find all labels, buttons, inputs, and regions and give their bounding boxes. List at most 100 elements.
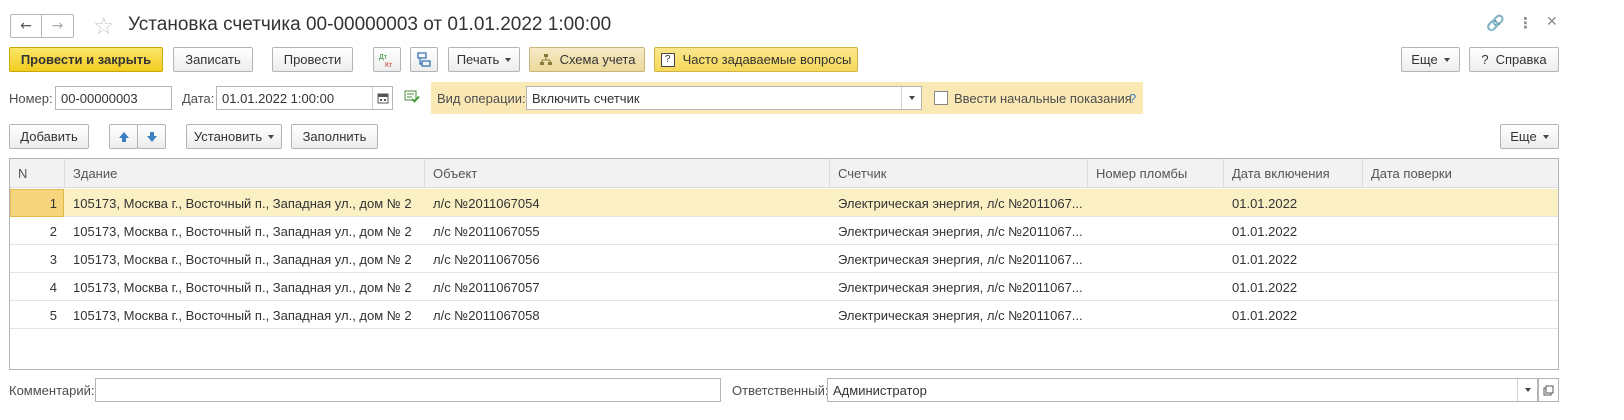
set-button[interactable]: Установить [186,124,282,149]
column-header-on-date[interactable]: Дата включения [1224,159,1363,188]
scheme-icon [539,53,552,65]
column-header-seal[interactable]: Номер пломбы [1088,159,1224,188]
cell-on-date: 01.01.2022 [1232,252,1298,267]
status-posted-icon [404,90,420,107]
dt-kt-button[interactable]: Дт Кт [373,47,401,72]
table-header: N Здание Объект Счетчик Номер пломбы Дат… [10,159,1558,188]
forward-button[interactable]: → [42,14,74,38]
cell-check-date [1363,301,1558,329]
post-and-close-label: Провести и закрыть [20,52,152,67]
cell-n: 1 [49,196,57,211]
cell-seal [1088,301,1224,329]
calendar-button[interactable] [372,87,392,109]
favorite-star-icon[interactable]: ☆ [93,11,115,41]
comment-label: Комментарий: [9,383,95,398]
close-icon[interactable]: ✕ [1546,14,1558,30]
responsible-dropdown-button[interactable] [1517,379,1537,401]
cell-object: л/с №2011067056 [433,252,540,267]
cell-meter: Электрическая энергия, л/с №2011067... [838,308,1083,323]
column-header-building[interactable]: Здание [65,159,425,188]
post-button[interactable]: Провести [272,47,353,72]
cell-building: 105173, Москва г., Восточный п., Западна… [73,196,412,211]
fill-label: Заполнить [302,129,367,144]
table-row[interactable]: 2 105173, Москва г., Восточный п., Запад… [10,217,1558,245]
table-row[interactable]: 1 105173, Москва г., Восточный п., Запад… [10,189,1558,217]
cell-n: 4 [49,280,57,295]
column-header-check-date[interactable]: Дата поверки [1363,159,1558,188]
number-field[interactable]: 00-00000003 [55,86,172,110]
add-row-label: Добавить [20,129,78,144]
fill-button[interactable]: Заполнить [291,124,378,149]
number-label: Номер: [9,91,53,106]
structure-button[interactable] [410,47,438,72]
structure-icon [417,51,431,67]
more-label: Еще [1411,52,1438,67]
responsible-label: Ответственный: [732,383,829,398]
table-row[interactable]: 4 105173, Москва г., Восточный п., Запад… [10,273,1558,301]
table-more-label: Еще [1510,129,1537,144]
dt-kt-icon: Дт Кт [379,54,393,68]
cell-object: л/с №2011067058 [433,308,540,323]
operation-type-dropdown-button[interactable] [901,87,921,109]
cell-building: 105173, Москва г., Восточный п., Западна… [73,224,412,239]
chevron-down-icon [1443,57,1450,62]
save-button[interactable]: Записать [173,47,253,72]
table-row[interactable]: 5 105173, Москва г., Восточный п., Запад… [10,301,1558,329]
page-title: Установка счетчика 00-00000003 от 01.01.… [128,14,612,35]
column-header-n[interactable]: N [10,159,65,188]
help-question-icon: ? [1481,52,1489,67]
date-field[interactable]: 01.01.2022 1:00:00 [216,86,393,110]
cell-seal [1088,245,1224,273]
svg-text:Кт: Кт [385,62,393,68]
date-label: Дата: [182,91,215,106]
set-label: Установить [193,129,263,144]
arrow-down-icon [146,131,157,142]
post-and-close-button[interactable]: Провести и закрыть [9,47,163,72]
cell-check-date [1363,189,1558,217]
initial-readings-help-icon[interactable]: ? [1129,91,1136,106]
move-down-button[interactable] [137,124,166,149]
help-label: Справка [1495,52,1547,67]
accounting-scheme-label: Схема учета [559,52,636,67]
link-icon[interactable]: 🔗 [1486,14,1505,32]
cell-seal [1088,217,1224,245]
chevron-down-icon [505,57,512,62]
comment-field[interactable] [95,378,721,402]
arrow-left-icon: ← [20,18,32,34]
cell-meter: Электрическая энергия, л/с №2011067... [838,224,1083,239]
more-vertical-icon[interactable]: ⋮ [1518,14,1533,32]
faq-button[interactable]: ? Часто задаваемые вопросы [654,47,858,72]
print-button[interactable]: Печать [448,47,520,72]
question-icon: ? [660,52,675,67]
more-button[interactable]: Еще [1401,47,1460,72]
chevron-down-icon [908,96,915,100]
cell-on-date: 01.01.2022 [1232,280,1298,295]
cell-check-date [1363,245,1558,273]
cell-meter: Электрическая энергия, л/с №2011067... [838,252,1083,267]
initial-readings-checkbox[interactable] [934,91,948,105]
move-up-button[interactable] [109,124,138,149]
date-value: 01.01.2022 1:00:00 [222,91,335,106]
operation-type-value: Включить счетчик [532,91,640,106]
accounting-scheme-button[interactable]: Схема учета [529,47,645,72]
cell-check-date [1363,217,1558,245]
faq-label: Часто задаваемые вопросы [682,52,852,67]
operation-type-select[interactable]: Включить счетчик [526,86,922,110]
cell-seal [1088,273,1224,301]
column-header-meter[interactable]: Счетчик [830,159,1088,188]
cell-building: 105173, Москва г., Восточный п., Западна… [73,252,412,267]
column-header-object[interactable]: Объект [425,159,830,188]
initial-readings-label: Ввести начальные показания [954,91,1132,106]
table-more-button[interactable]: Еще [1500,124,1559,149]
open-window-icon [1543,385,1554,395]
arrow-up-icon [118,131,129,142]
add-row-button[interactable]: Добавить [9,124,89,149]
help-button[interactable]: ? Справка [1469,47,1559,72]
responsible-field[interactable]: Администратор [827,378,1538,402]
back-button[interactable]: ← [10,14,42,38]
meters-table[interactable]: N Здание Объект Счетчик Номер пломбы Дат… [9,158,1559,370]
save-label: Записать [185,52,241,67]
table-row[interactable]: 3 105173, Москва г., Восточный п., Запад… [10,245,1558,273]
svg-text:Дт: Дт [379,54,388,61]
responsible-open-button[interactable] [1538,378,1559,402]
